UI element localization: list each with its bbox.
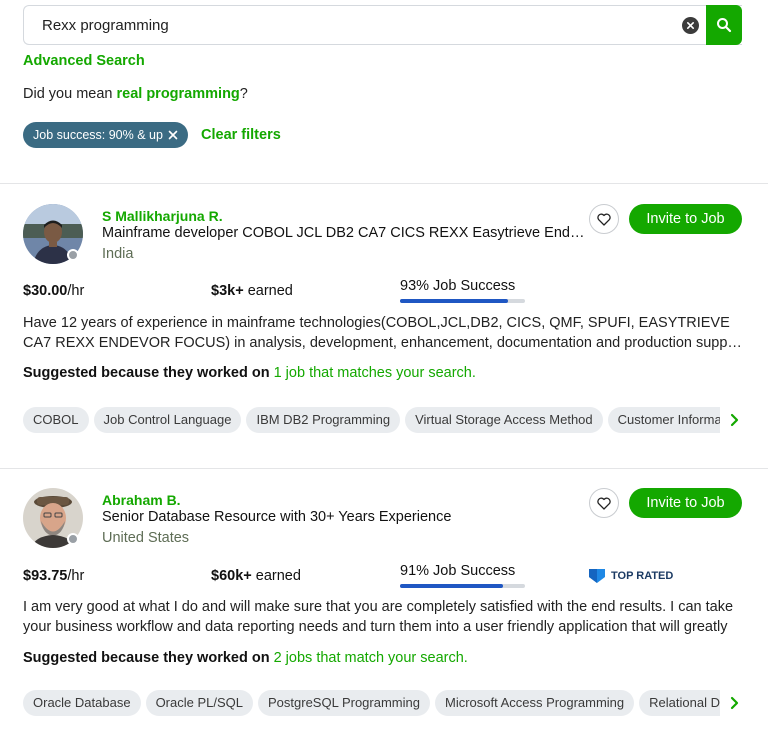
- suggested-prefix: Suggested because they worked on: [23, 650, 274, 666]
- skill-tag[interactable]: IBM DB2 Programming: [246, 407, 401, 433]
- chevron-right-icon: [730, 696, 738, 710]
- suggested-reason: Suggested because they worked on 1 job t…: [23, 365, 476, 381]
- skills-next-button[interactable]: [726, 690, 742, 716]
- earned-value: $3k+: [211, 283, 244, 299]
- job-success-bar: [400, 299, 525, 303]
- skill-tag[interactable]: Virtual Storage Access Method: [405, 407, 603, 433]
- top-rated-label: TOP RATED: [611, 570, 674, 582]
- job-success-label: 93% Job Success: [400, 278, 516, 294]
- freelancer-description: I am very good at what I do and will mak…: [23, 597, 742, 637]
- status-indicator: [67, 533, 79, 545]
- job-success-fill: [400, 584, 503, 588]
- suggestion-link[interactable]: real programming: [117, 86, 240, 102]
- skill-tag[interactable]: PostgreSQL Programming: [258, 690, 430, 716]
- job-success-label: 91% Job Success: [400, 563, 516, 579]
- total-earned: $3k+ earned: [211, 283, 293, 299]
- top-rated-badge: TOP RATED: [588, 568, 673, 584]
- rate-unit: /hr: [67, 283, 85, 299]
- clear-search-button[interactable]: [682, 17, 699, 34]
- skill-tag[interactable]: COBOL: [23, 407, 89, 433]
- advanced-search-link[interactable]: Advanced Search: [23, 53, 145, 69]
- status-indicator: [67, 249, 79, 261]
- freelancer-location: United States: [102, 530, 190, 546]
- hourly-rate: $93.75/hr: [23, 568, 84, 584]
- rate-unit: /hr: [67, 568, 85, 584]
- job-success-fill: [400, 299, 508, 303]
- freelancer-title: Mainframe developer COBOL JCL DB2 CA7 CI…: [102, 225, 587, 241]
- did-you-mean-suffix: ?: [239, 86, 248, 102]
- invite-to-job-button[interactable]: Invite to Job: [629, 204, 742, 234]
- search-input[interactable]: [42, 6, 662, 44]
- job-success-bar: [400, 584, 525, 588]
- save-freelancer-button[interactable]: [589, 488, 619, 518]
- chevron-right-icon: [730, 413, 738, 427]
- search-icon: [717, 18, 732, 33]
- rate-value: $30.00: [23, 283, 68, 299]
- heart-icon: [597, 213, 611, 226]
- skills-list: Oracle Database Oracle PL/SQL PostgreSQL P…: [23, 690, 720, 716]
- filter-chip-job-success[interactable]: Job success: 90% & up: [23, 122, 188, 148]
- suggested-jobs-link[interactable]: 1 job that matches your search.: [274, 365, 476, 381]
- suggested-prefix: Suggested because they worked on: [23, 365, 274, 381]
- description-line: I am very good at what I do and will mak…: [23, 599, 734, 615]
- freelancer-location: India: [102, 246, 134, 262]
- freelancer-card[interactable]: Abraham B. Senior Database Resource with…: [0, 469, 768, 734]
- save-freelancer-button[interactable]: [589, 204, 619, 234]
- close-icon: [686, 21, 695, 30]
- freelancer-card[interactable]: S Mallikharjuna R. Mainframe developer C…: [0, 184, 768, 468]
- freelancer-name[interactable]: Abraham B.: [102, 492, 181, 508]
- earned-suffix: earned: [251, 568, 301, 584]
- skill-tag[interactable]: Customer Information: [607, 407, 720, 433]
- did-you-mean: Did you mean real programming?: [23, 86, 248, 102]
- skill-tag[interactable]: Microsoft Access Programming: [434, 690, 635, 716]
- close-icon[interactable]: [168, 130, 178, 140]
- rate-value: $93.75: [23, 568, 68, 584]
- clear-filters-link[interactable]: Clear filters: [201, 127, 281, 143]
- skill-tag[interactable]: Job Control Language: [93, 407, 242, 433]
- skill-tag[interactable]: Oracle Database: [23, 690, 141, 716]
- freelancer-title: Senior Database Resource with 30+ Years …: [102, 509, 452, 525]
- total-earned: $60k+ earned: [211, 568, 301, 584]
- skills-next-button[interactable]: [726, 407, 742, 433]
- heart-icon: [597, 497, 611, 510]
- search-button[interactable]: [706, 5, 742, 45]
- earned-suffix: earned: [243, 283, 293, 299]
- hourly-rate: $30.00/hr: [23, 283, 84, 299]
- skill-tag[interactable]: Oracle PL/SQL: [145, 690, 253, 716]
- invite-to-job-button[interactable]: Invite to Job: [629, 488, 742, 518]
- description-line: Have 12 years of experience in mainframe…: [23, 315, 730, 331]
- suggested-reason: Suggested because they worked on 2 jobs …: [23, 650, 468, 666]
- earned-value: $60k+: [211, 568, 252, 584]
- filter-chip-label: Job success: 90% & up: [33, 128, 163, 142]
- did-you-mean-prefix: Did you mean: [23, 86, 117, 102]
- skills-list: COBOL Job Control Language IBM DB2 Program…: [23, 407, 720, 433]
- freelancer-description: Have 12 years of experience in mainframe…: [23, 313, 742, 353]
- search-bar: [23, 5, 742, 45]
- suggested-jobs-link[interactable]: 2 jobs that match your search.: [274, 650, 468, 666]
- description-line: your business workflow and data reportin…: [23, 619, 728, 635]
- description-line: CA7 REXX ENDEVOR FOCUS) in analysis, dev…: [23, 335, 742, 351]
- freelancer-name[interactable]: S Mallikharjuna R.: [102, 208, 223, 224]
- skill-tag[interactable]: Relational Database: [639, 690, 720, 716]
- top-rated-icon: [589, 569, 605, 583]
